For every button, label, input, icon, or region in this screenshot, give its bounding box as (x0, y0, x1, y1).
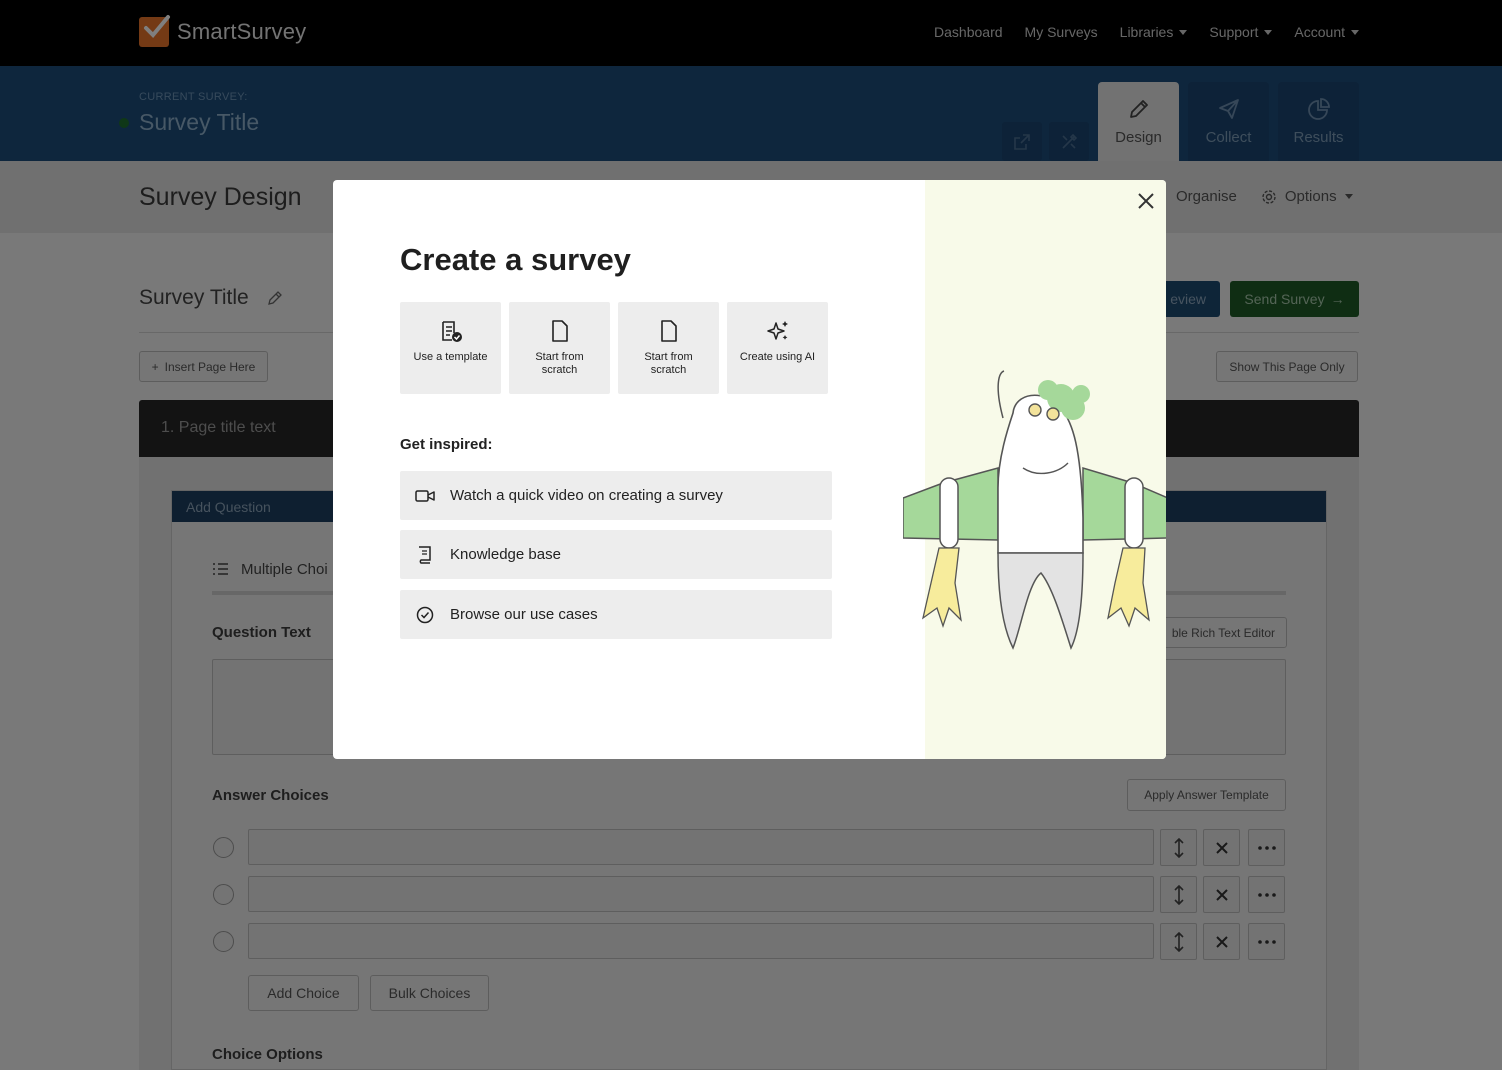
video-camera-icon (415, 489, 435, 502)
browse-use-cases-link[interactable]: Browse our use cases (400, 590, 832, 639)
option-label: Start from scratch (535, 351, 584, 376)
close-icon[interactable] (1135, 190, 1157, 212)
create-using-ai-option[interactable]: Create using AI (727, 302, 828, 394)
blank-document-icon (660, 320, 677, 342)
start-from-scratch-option[interactable]: Start from scratch (618, 302, 719, 394)
book-icon (419, 545, 431, 564)
knowledge-base-link[interactable]: Knowledge base (400, 530, 832, 579)
use-template-option[interactable]: Use a template (400, 302, 501, 394)
create-survey-modal: Create a survey Use a template Start fro… (333, 180, 1166, 759)
check-circle-icon (416, 606, 434, 623)
start-from-scratch-option[interactable]: Start from scratch (509, 302, 610, 394)
inspired-item-label: Knowledge base (450, 546, 561, 563)
jetpack-character-illustration (903, 370, 1166, 650)
option-label: Start from scratch (644, 351, 693, 376)
inspired-item-label: Watch a quick video on creating a survey (450, 487, 723, 504)
option-label: Create using AI (739, 351, 816, 363)
sparkles-icon (766, 321, 788, 340)
get-inspired-heading: Get inspired: (400, 436, 493, 453)
illustration-panel (903, 180, 1166, 759)
blank-document-icon (551, 320, 568, 342)
template-check-icon (441, 321, 462, 342)
inspired-item-label: Browse our use cases (450, 606, 598, 623)
option-label: Use a template (413, 351, 488, 363)
modal-title: Create a survey (400, 242, 631, 277)
watch-video-link[interactable]: Watch a quick video on creating a survey (400, 471, 832, 520)
